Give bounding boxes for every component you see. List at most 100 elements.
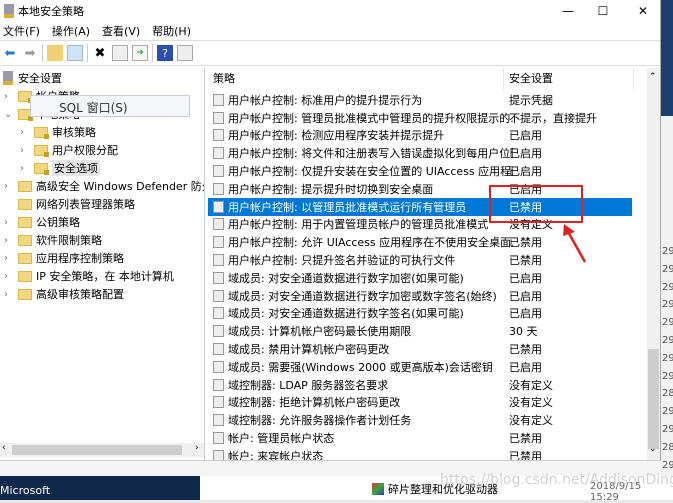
close-button[interactable]: ✕ [625,0,661,22]
console-icon[interactable] [177,45,193,61]
back-icon[interactable]: ⬅ [2,45,18,61]
tree-item[interactable]: › 用户权限分配 [20,141,118,159]
toolbar-divider [87,44,88,62]
policy-name: 用户帐户控制: 仅提升安装在安全位置的 UIAccess 应用程序 [228,165,513,179]
policy-row[interactable]: 域成员: 需要强(Windows 2000 或更高版本)会话密钥 已启用 [208,358,632,376]
help-icon[interactable]: ? [157,45,173,61]
tree-item[interactable]: 网络列表管理器策略 [18,195,135,213]
folder-icon [18,288,32,300]
tree-item[interactable]: › 安全选项 [20,159,100,177]
maximize-button[interactable]: ☐ [585,0,621,22]
properties-icon[interactable] [112,45,128,61]
scroll-up-icon[interactable]: ⌃ [649,72,657,82]
folder-icon [18,180,32,192]
policy-name: 用户帐户控制: 标准用户的提升提示行为 [228,93,423,107]
export-icon[interactable]: ➜ [132,45,148,61]
policy-icon [213,165,224,178]
tree-pane: 安全设置 ‹ › ›帐户策略⌄本地策略›审核策略›用户权限分配›安全选项›高级安… [0,68,205,460]
chevron-right-icon[interactable]: › [4,289,8,300]
tree-item-label: 审核策略 [52,126,96,139]
tree-item[interactable]: › 高级审核策略配置 [4,285,124,303]
forward-icon[interactable]: ➡ [22,45,38,61]
policy-icon [213,289,224,302]
folder-icon [18,252,32,264]
chevron-right-icon[interactable]: › [20,127,24,138]
chevron-right-icon[interactable]: › [4,235,8,246]
list-vertical-scrollbar[interactable]: ⌃ ⌄ [647,68,660,460]
policy-row[interactable]: 用户帐户控制: 将文件和注册表写入错误虚拟化到每用户位置 已启用 [208,144,632,162]
policy-row[interactable]: 域成员: 对安全通道数据进行数字加密或数字签名(始终) 已启用 [208,287,632,305]
policy-row[interactable]: 用户帐户控制: 标准用户的提升提示行为 提示凭据 [208,91,632,109]
scroll-right-icon[interactable]: › [195,443,199,453]
policy-row[interactable]: 用户帐户控制: 仅提升安装在安全位置的 UIAccess 应用程序 已启用 [208,162,632,180]
chevron-right-icon[interactable]: › [4,217,8,228]
desktop-background [661,0,673,116]
tree-root[interactable]: 安全设置 [3,69,62,87]
scroll-thumb[interactable] [12,445,182,455]
chevron-right-icon[interactable]: › [4,181,8,192]
policy-row[interactable]: 帐户: 来宾帐户状态 已禁用 [208,447,632,460]
chevron-right-icon[interactable]: › [20,163,24,174]
policy-name: 域成员: 对安全通道数据进行数字加密(如果可能) [228,271,464,285]
menu-help[interactable]: 帮助(H) [152,23,191,39]
tree-item[interactable]: › 高级安全 Windows Defender 防火墙 [4,177,205,195]
desktop-time-fragment: 29 [662,263,673,275]
toolbar-divider [152,44,153,62]
policy-row[interactable]: 域成员: 禁用计算机帐户密码更改 已禁用 [208,340,632,358]
tree-item[interactable]: › 应用程序控制策略 [4,249,124,267]
chevron-down-icon[interactable]: ⌄ [4,109,12,120]
policy-row[interactable]: 域成员: 对安全通道数据进行数字签名(如果可能) 已启用 [208,305,632,323]
tree-item-label: 用户权限分配 [52,144,118,157]
policy-icon [213,414,224,427]
scroll-left-icon[interactable]: ‹ [2,443,6,453]
policy-icon [213,254,224,267]
menu-action[interactable]: 操作(A) [52,23,90,39]
tree-horizontal-scrollbar[interactable]: ‹ › [0,443,204,457]
menu-view[interactable]: 查看(V) [102,23,140,39]
policy-setting: 已禁用 [509,236,542,250]
column-header-setting[interactable]: 安全设置 [504,68,634,90]
tree-item[interactable]: › 公钥策略 [4,213,80,231]
annotation-highlight-box [489,185,583,223]
chevron-right-icon[interactable]: › [20,145,24,156]
tree-item-label: 网络列表管理器策略 [36,198,135,211]
policy-name: 用户帐户控制: 提示提升时切换到安全桌面 [228,182,434,196]
tree-item-label: 高级安全 Windows Defender 防火墙 [36,180,205,193]
tree-item[interactable]: › 软件限制策略 [4,231,102,249]
delete-icon[interactable]: ✖ [92,45,108,61]
scroll-thumb[interactable] [648,349,659,449]
column-header-policy[interactable]: 策略 [208,68,504,90]
policy-row[interactable]: 用户帐户控制: 管理员批准模式中管理员的提升权限提示的... 不提示，直接提升 [208,109,632,127]
scroll-down-icon[interactable]: ⌄ [649,444,657,454]
microsoft-label: Microsoft [0,484,51,497]
policy-icon [213,343,224,356]
policy-row[interactable]: 域成员: 计算机帐户密码最长使用期限 30 天 [208,322,632,340]
policy-row[interactable]: 帐户: 管理员帐户状态 已禁用 [208,429,632,447]
policy-icon [213,271,224,284]
policy-row[interactable]: 域控制器: LDAP 服务器签名要求 没有定义 [208,376,632,394]
policy-row[interactable]: 域控制器: 拒绝计算机帐户密码更改 没有定义 [208,394,632,412]
policy-setting: 没有定义 [509,396,553,410]
tree-item[interactable]: › 审核策略 [20,123,96,141]
policy-row[interactable]: 用户帐户控制: 检测应用程序安装并提示提升 已启用 [208,127,632,145]
policy-icon [213,236,224,249]
title-bar: 本地安全策略 — ☐ ✕ [0,0,660,22]
minimize-button[interactable]: — [550,0,586,22]
menu-file[interactable]: 文件(F) [3,23,40,39]
policy-name: 域成员: 对安全通道数据进行数字签名(如果可能) [228,307,464,321]
menu-bar: 文件(F) 操作(A) 查看(V) 帮助(H) [0,22,660,40]
show-hide-tree-icon[interactable] [67,45,83,61]
policy-row[interactable]: 域控制器: 允许服务器操作者计划任务 没有定义 [208,411,632,429]
desktop-time-fragment: 28 [662,441,673,453]
tree-item[interactable]: › IP 安全策略，在 本地计算机 [4,267,174,285]
chevron-right-icon[interactable]: › [4,253,8,264]
policy-icon [213,449,224,460]
policy-row[interactable]: 域成员: 对安全通道数据进行数字加密(如果可能) 已启用 [208,269,632,287]
chevron-right-icon[interactable]: › [4,91,8,102]
folder-icon [18,270,32,282]
up-folder-icon[interactable] [47,45,63,61]
chevron-right-icon[interactable]: › [4,271,8,282]
tree-item-label: 高级审核策略配置 [36,288,124,301]
policy-name: 域成员: 对安全通道数据进行数字加密或数字签名(始终) [228,289,497,303]
policy-icon [213,307,224,320]
